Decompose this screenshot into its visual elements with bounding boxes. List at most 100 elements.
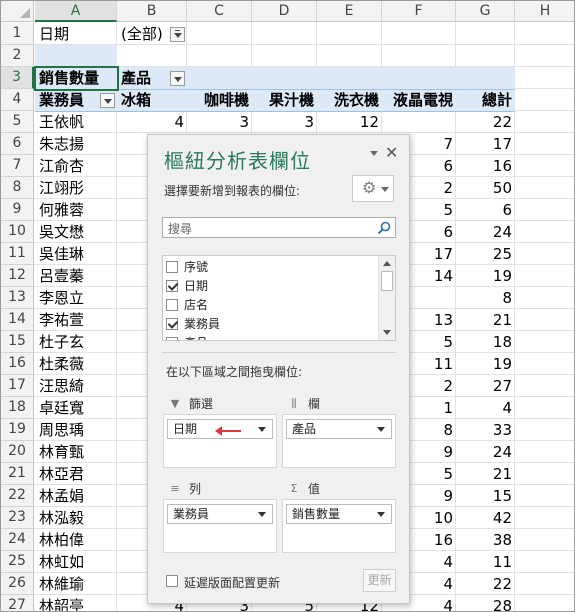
scroll-thumb[interactable]: [381, 271, 393, 291]
chevron-down-icon[interactable]: [377, 427, 385, 432]
row-header[interactable]: 6: [1, 133, 34, 155]
field-list-item[interactable]: 序號: [166, 258, 366, 277]
filters-field-chip[interactable]: 日期: [167, 419, 273, 439]
row-header[interactable]: 23: [1, 507, 34, 529]
value-cell: 3: [304, 113, 314, 131]
row-header[interactable]: 1: [1, 23, 34, 45]
column-header[interactable]: D: [252, 1, 317, 22]
column-header[interactable]: B: [117, 1, 187, 22]
row-header[interactable]: 8: [1, 177, 34, 199]
rows-area[interactable]: ≡ 列 業務員: [163, 481, 277, 553]
columns-area[interactable]: ⫼ 欄 產品: [282, 396, 396, 468]
values-area-header: Σ 值: [286, 481, 392, 497]
values-area[interactable]: Σ 值 銷售數量: [282, 481, 396, 553]
rows-area-header: ≡ 列: [167, 481, 273, 497]
chip-label: 銷售數量: [292, 507, 341, 521]
tools-button[interactable]: ⚙: [352, 175, 394, 202]
scroll-up-icon[interactable]: [383, 261, 391, 266]
column-labels-dropdown-button[interactable]: [170, 71, 185, 86]
filters-area-body[interactable]: 日期: [163, 415, 277, 468]
defer-layout-checkbox[interactable]: [166, 575, 178, 587]
filters-area[interactable]: ▼ 篩選 日期: [163, 396, 277, 468]
drag-fields-label: 在以下區域之間拖曳欄位:: [166, 365, 303, 379]
row-header[interactable]: 3: [1, 67, 34, 89]
column-header[interactable]: A: [35, 1, 117, 22]
field-list-item[interactable]: 店名: [166, 296, 366, 315]
column-header[interactable]: F: [382, 1, 456, 22]
field-checkbox[interactable]: [166, 280, 178, 292]
field-checkbox[interactable]: [166, 261, 178, 273]
row-header[interactable]: 25: [1, 551, 34, 573]
row-header[interactable]: 5: [1, 111, 34, 133]
field-checkbox[interactable]: [166, 318, 178, 330]
row-header[interactable]: 18: [1, 397, 34, 419]
column-header[interactable]: C: [187, 1, 252, 22]
chevron-down-icon[interactable]: [258, 512, 266, 517]
update-button[interactable]: 更新: [363, 569, 396, 592]
row-header[interactable]: 4: [1, 89, 34, 111]
row-header[interactable]: 7: [1, 155, 34, 177]
values-area-body[interactable]: 銷售數量: [282, 500, 396, 553]
row-header[interactable]: 12: [1, 265, 34, 287]
column-header[interactable]: G: [456, 1, 515, 22]
select-all-corner[interactable]: [1, 1, 34, 22]
field-list-scrollbar[interactable]: [378, 256, 395, 340]
values-field-chip[interactable]: 銷售數量: [286, 504, 392, 524]
row-header[interactable]: 2: [1, 45, 34, 67]
columns-area-body[interactable]: 產品: [282, 415, 396, 468]
value-cell: 12: [359, 113, 379, 131]
field-list-item[interactable]: 日期: [166, 277, 366, 296]
columns-field-chip[interactable]: 產品: [286, 419, 392, 439]
active-cell-indicator: [34, 66, 119, 91]
product-header: 咖啡機: [203, 91, 249, 109]
pivottable-fields-pane[interactable]: 樞紐分析表欄位 ✕ 選擇要新增到報表的欄位: ⚙ 搜尋 序號日期店名業務員產品 …: [147, 134, 410, 604]
salesperson-name: 吳文懋: [39, 223, 85, 241]
filter-dropdown-button[interactable]: [170, 27, 185, 42]
row-header[interactable]: 19: [1, 419, 34, 441]
close-icon[interactable]: ✕: [385, 143, 398, 162]
row-labels-dropdown-button[interactable]: [100, 93, 115, 108]
field-list[interactable]: 序號日期店名業務員產品: [162, 255, 396, 341]
pane-options-dropdown[interactable]: [370, 151, 378, 156]
red-arrow-annotation: [215, 426, 241, 436]
row-header[interactable]: 10: [1, 221, 34, 243]
rows-area-body[interactable]: 業務員: [163, 500, 277, 553]
salesperson-name: 江俞杏: [39, 157, 85, 175]
total-cell: 22: [492, 575, 512, 593]
field-list-item[interactable]: 產品: [166, 334, 366, 340]
salesperson-name: 王依帆: [39, 113, 85, 131]
search-input[interactable]: 搜尋: [162, 217, 396, 238]
row-header[interactable]: 22: [1, 485, 34, 507]
total-cell: 17: [492, 135, 512, 153]
chevron-down-icon[interactable]: [258, 427, 266, 432]
row-header[interactable]: 20: [1, 441, 34, 463]
salesperson-name: 杜子玄: [39, 333, 85, 351]
total-cell: 21: [492, 465, 512, 483]
row-header[interactable]: 26: [1, 573, 34, 595]
field-checkbox[interactable]: [166, 299, 178, 311]
defer-layout-label: 延遲版面配置更新: [184, 576, 281, 590]
row-header[interactable]: 16: [1, 353, 34, 375]
spreadsheet[interactable]: ABCDEFGH 1 2 3 4 5 6 7 8 9 10 11 12 13 14 15 16 17 18 19 20…: [0, 0, 575, 612]
row-header[interactable]: 27: [1, 595, 34, 611]
chevron-down-icon[interactable]: [377, 512, 385, 517]
value-cell: 4: [174, 113, 184, 131]
field-checkbox[interactable]: [166, 337, 178, 340]
row-header[interactable]: 15: [1, 331, 34, 353]
row-header[interactable]: 9: [1, 199, 34, 221]
field-list-item[interactable]: 業務員: [166, 315, 366, 334]
scroll-down-icon[interactable]: [383, 330, 391, 335]
row-header[interactable]: 14: [1, 309, 34, 331]
filters-area-header: ▼ 篩選: [167, 396, 273, 412]
salesperson-name: 林亞君: [39, 465, 85, 483]
row-header[interactable]: 11: [1, 243, 34, 265]
column-header[interactable]: H: [515, 1, 574, 22]
row-header[interactable]: 17: [1, 375, 34, 397]
row-header[interactable]: 21: [1, 463, 34, 485]
row-header[interactable]: 13: [1, 287, 34, 309]
total-cell: 25: [492, 245, 512, 263]
rows-field-chip[interactable]: 業務員: [167, 504, 273, 524]
pane-title: 樞紐分析表欄位: [164, 149, 311, 173]
column-header[interactable]: E: [317, 1, 382, 22]
row-header[interactable]: 24: [1, 529, 34, 551]
